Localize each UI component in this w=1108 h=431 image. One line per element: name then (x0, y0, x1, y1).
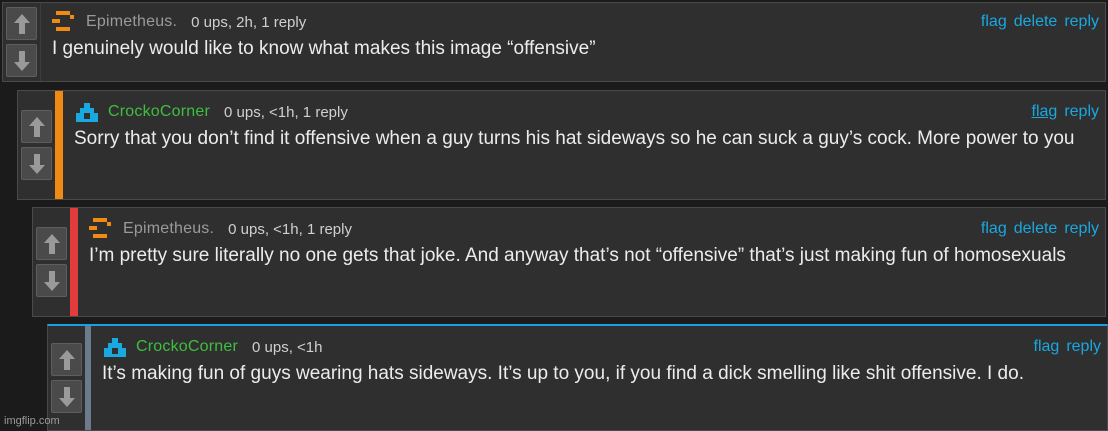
arrow-up-icon (13, 13, 30, 34)
upvote-button[interactable] (21, 110, 52, 143)
comment-text: Sorry that you don’t find it offensive w… (74, 128, 1075, 149)
comment-body: Epimetheus. 0 ups, 2h, 1 reply flag dele… (40, 3, 1105, 81)
flag-link[interactable]: flag (981, 220, 1007, 238)
thread-depth-bar (55, 91, 63, 199)
comment-meta: 0 ups, <1h, 1 reply (224, 103, 348, 121)
vote-column (33, 208, 70, 316)
thread-depth-bar (70, 208, 78, 316)
comment-actions: flag delete reply (981, 13, 1099, 31)
comment-body: Epimetheus. 0 ups, <1h, 1 reply flag del… (78, 208, 1105, 316)
arrow-down-icon (28, 153, 45, 174)
reply-link[interactable]: reply (1064, 13, 1099, 31)
comment-actions: flag reply (1032, 103, 1099, 121)
reply-link[interactable]: reply (1064, 103, 1099, 121)
delete-link[interactable]: delete (1014, 13, 1058, 31)
arrow-up-icon (43, 233, 60, 254)
comment-body: CrockoCorner 0 ups, <1h, 1 reply flag re… (63, 91, 1105, 199)
upvote-button[interactable] (6, 7, 37, 40)
comment-header: Epimetheus. 0 ups, 2h, 1 reply flag dele… (52, 9, 1099, 35)
comment: Epimetheus. 0 ups, 2h, 1 reply flag dele… (2, 2, 1106, 82)
comment: Epimetheus. 0 ups, <1h, 1 reply flag del… (32, 207, 1106, 317)
comment-header: CrockoCorner 0 ups, <1h flag reply (102, 334, 1101, 360)
arrow-down-icon (43, 270, 60, 291)
flag-link[interactable]: flag (1034, 338, 1060, 356)
comment-thread: Epimetheus. 0 ups, 2h, 1 reply flag dele… (0, 0, 1108, 431)
blue-pixel-avatar-icon[interactable] (102, 335, 132, 359)
arrow-up-icon (58, 349, 75, 370)
vote-column (3, 3, 40, 81)
comment-meta: 0 ups, <1h, 1 reply (228, 220, 352, 238)
upvote-button[interactable] (36, 227, 67, 260)
downvote-button[interactable] (51, 380, 82, 413)
reply-link[interactable]: reply (1064, 220, 1099, 238)
downvote-button[interactable] (36, 264, 67, 297)
username[interactable]: CrockoCorner (108, 103, 210, 121)
comment-actions: flag delete reply (981, 220, 1099, 238)
arrow-up-icon (28, 116, 45, 137)
comment-header: CrockoCorner 0 ups, <1h, 1 reply flag re… (74, 99, 1099, 125)
comment-meta: 0 ups, 2h, 1 reply (191, 13, 307, 31)
vote-column (18, 91, 55, 199)
comment-actions: flag reply (1034, 338, 1101, 356)
comment-text: It’s making fun of guys wearing hats sid… (102, 363, 1024, 384)
orange-pixel-avatar-icon[interactable] (52, 10, 82, 34)
comment-meta: 0 ups, <1h (252, 338, 323, 356)
delete-link[interactable]: delete (1014, 220, 1058, 238)
blue-pixel-avatar-icon[interactable] (74, 100, 104, 124)
watermark: imgflip.com (4, 415, 60, 427)
username[interactable]: Epimetheus. (86, 13, 177, 31)
arrow-down-icon (13, 50, 30, 71)
flag-link[interactable]: flag (1032, 103, 1058, 121)
username[interactable]: Epimetheus. (123, 220, 214, 238)
comment-header: Epimetheus. 0 ups, <1h, 1 reply flag del… (89, 216, 1099, 242)
comment-text: I genuinely would like to know what make… (52, 38, 596, 59)
downvote-button[interactable] (21, 147, 52, 180)
reply-link[interactable]: reply (1066, 338, 1101, 356)
downvote-button[interactable] (6, 44, 37, 77)
comment: CrockoCorner 0 ups, <1h, 1 reply flag re… (17, 90, 1106, 200)
comment: CrockoCorner 0 ups, <1h flag reply It’s … (47, 324, 1108, 431)
flag-link[interactable]: flag (981, 13, 1007, 31)
orange-pixel-avatar-icon[interactable] (89, 217, 119, 241)
arrow-down-icon (58, 386, 75, 407)
upvote-button[interactable] (51, 343, 82, 376)
username[interactable]: CrockoCorner (136, 338, 238, 356)
comment-body: CrockoCorner 0 ups, <1h flag reply It’s … (91, 326, 1107, 430)
comment-text: I’m pretty sure literally no one gets th… (89, 245, 1066, 266)
